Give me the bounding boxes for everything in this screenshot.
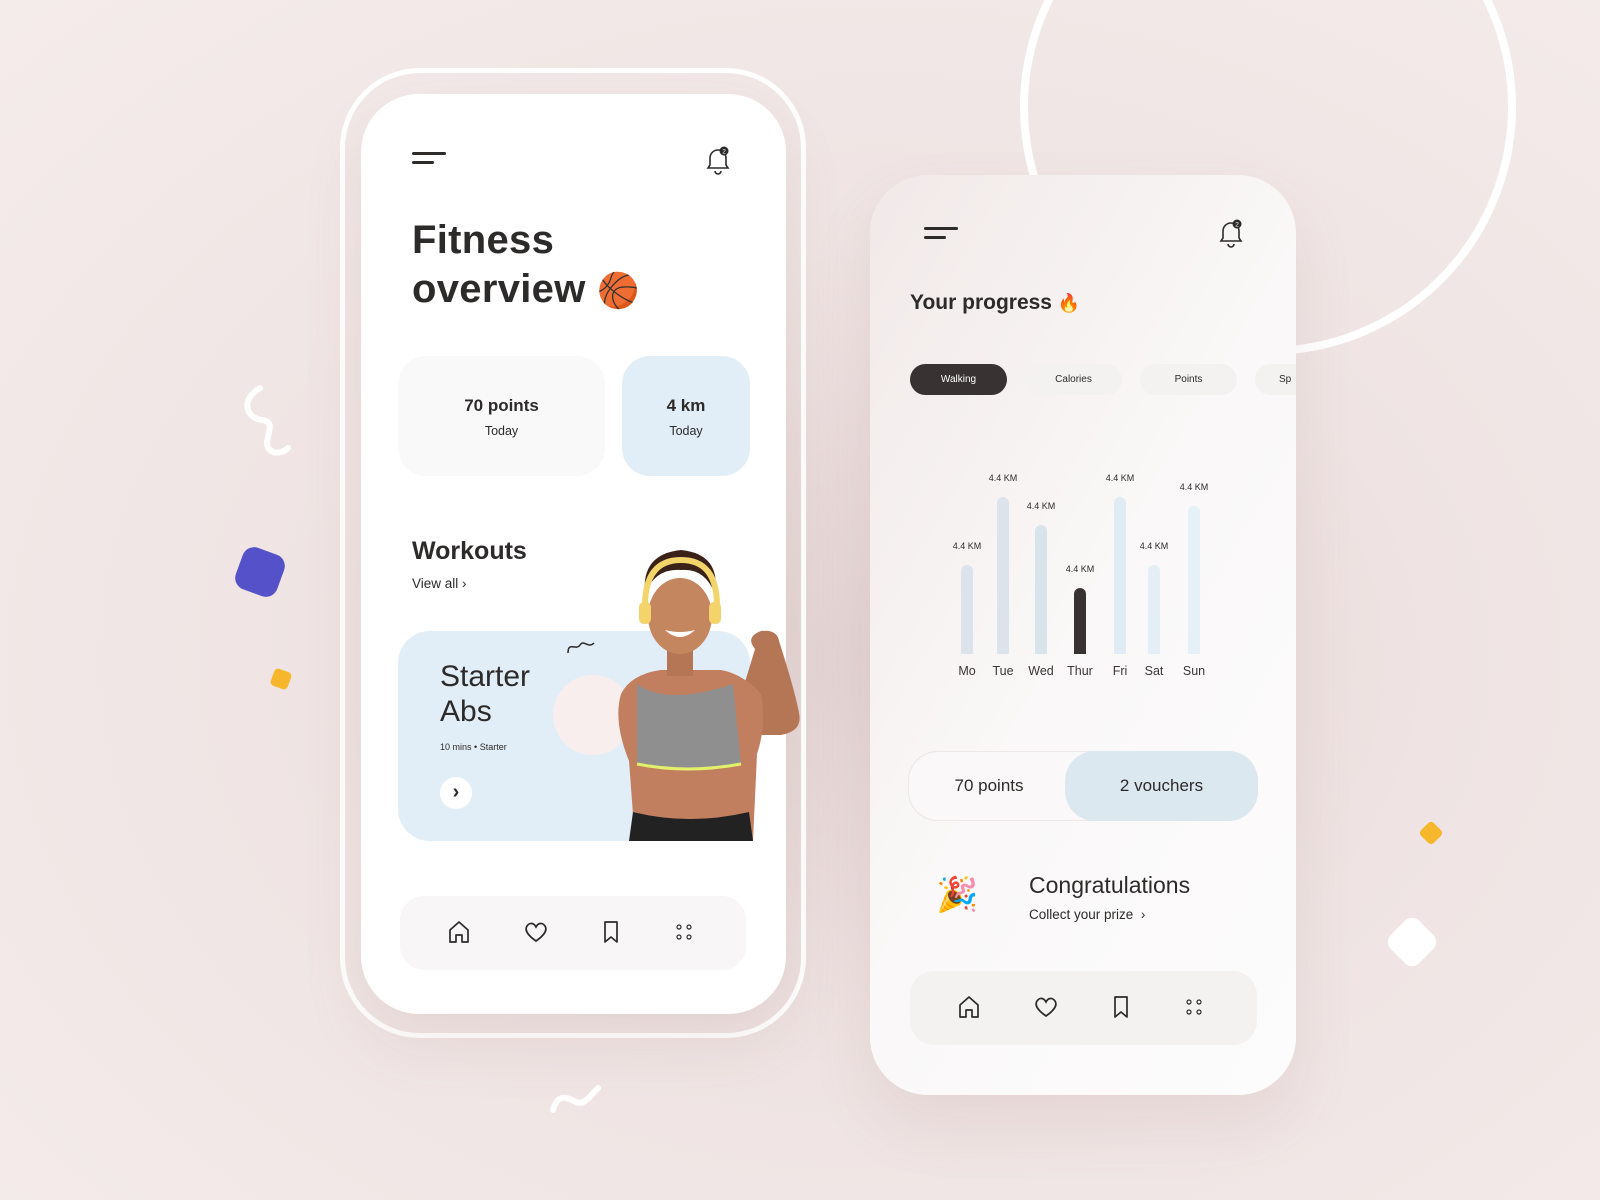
data-label: 4.4 KM: [1026, 501, 1056, 512]
data-label: 4.4 KM: [1065, 564, 1095, 575]
day-label: Tue: [992, 664, 1014, 678]
points-label: Today: [484, 424, 519, 438]
party-popper-icon: 🎉: [936, 876, 979, 914]
collect-prize-label: Collect your prize: [1029, 907, 1134, 922]
level: Starter: [479, 742, 507, 752]
day-label: Sun: [1182, 664, 1206, 678]
distance-card[interactable]: 4 km Today: [622, 356, 750, 476]
distance-label: Today: [669, 424, 703, 438]
bar-sun[interactable]: [1188, 506, 1200, 654]
data-label: 4.4 KM: [1179, 482, 1209, 493]
view-all-link[interactable]: View all ›: [412, 576, 467, 591]
duration: 10 mins: [440, 742, 472, 752]
bookmark-icon[interactable]: [1107, 993, 1135, 1021]
data-label: 4.4 KM: [952, 540, 982, 551]
squiggle-decor: [550, 1085, 601, 1113]
notification-badge: 2: [722, 149, 726, 156]
collect-prize-link[interactable]: Collect your prize ›: [1029, 907, 1145, 922]
bottom-nav: [400, 896, 746, 970]
yellow-shape-decor: [1418, 820, 1444, 846]
day-label: Wed: [1028, 664, 1054, 678]
grid-icon[interactable]: [1180, 993, 1208, 1021]
data-label: 4.4 KM: [1105, 473, 1135, 483]
grid-icon[interactable]: [670, 918, 698, 946]
yellow-shape-decor: [269, 667, 293, 691]
data-label: 4.4 KM: [988, 473, 1018, 483]
points-value[interactable]: 70 points: [909, 752, 1069, 820]
data-label: 4.4 KM: [1139, 540, 1169, 551]
vouchers-value[interactable]: 2 vouchers: [1065, 751, 1258, 821]
rewards-summary: 70 points 2 vouchers: [908, 751, 1258, 821]
purple-shape-decor: [231, 543, 289, 601]
athlete-photo: [618, 550, 800, 841]
title-line: Starter: [440, 660, 531, 693]
title-line: Abs: [440, 695, 492, 728]
bell-icon[interactable]: 2: [705, 145, 731, 175]
congrats-title: Congratulations: [1029, 872, 1191, 898]
bar-fri[interactable]: [1114, 497, 1126, 654]
heart-icon[interactable]: [1032, 993, 1060, 1021]
chevron-right-icon: ›: [452, 781, 460, 803]
points-card[interactable]: 70 points Today: [398, 356, 605, 476]
start-workout-button[interactable]: ›: [440, 777, 472, 809]
bar-wed[interactable]: [1035, 525, 1047, 654]
day-label: Mo: [958, 664, 976, 678]
points-value: 70 points: [464, 396, 539, 415]
squiggle-decor: [567, 642, 595, 654]
home-icon[interactable]: [955, 993, 983, 1021]
chevron-right-icon: ›: [462, 576, 467, 591]
workout-title: Starter Abs: [440, 659, 530, 729]
day-label: Sat: [1144, 664, 1164, 678]
fitness-overview-screen: 2 Fitness overview 🏀 70 points Today 4 km…: [361, 94, 800, 1014]
bookmark-icon[interactable]: [597, 918, 625, 946]
bar-sat[interactable]: [1148, 564, 1160, 654]
progress-screen: 2 Your progress 🔥 Walking Calories Point…: [870, 175, 1296, 1095]
squiggle-decor: [244, 385, 291, 456]
title-line: overview: [412, 267, 586, 311]
separator: •: [474, 742, 478, 752]
chevron-right-icon: ›: [1140, 907, 1146, 922]
bottom-nav: [910, 971, 1257, 1045]
distance-value: 4 km: [666, 396, 706, 415]
walking-bar-chart: 4.4 KM Mo 4.4 KM Tue 4.4 KM Wed 4.4 KM Thur 4.4 …: [870, 175, 1296, 695]
heart-icon[interactable]: [522, 918, 550, 946]
view-all-label: View all: [412, 576, 459, 591]
white-shape-decor: [1383, 913, 1441, 971]
home-icon[interactable]: [445, 918, 473, 946]
workout-meta: 10 mins • Starter: [440, 742, 507, 752]
day-label: Thur: [1067, 664, 1093, 678]
bar-mo[interactable]: [961, 564, 973, 654]
page-title: Fitness overview 🏀: [412, 216, 640, 316]
hamburger-icon[interactable]: [412, 152, 448, 166]
bar-thur[interactable]: [1074, 588, 1086, 654]
title-line: Fitness: [412, 218, 555, 262]
workouts-heading: Workouts: [412, 537, 527, 565]
bar-tue[interactable]: [997, 497, 1009, 654]
basketball-icon: 🏀: [597, 272, 640, 310]
